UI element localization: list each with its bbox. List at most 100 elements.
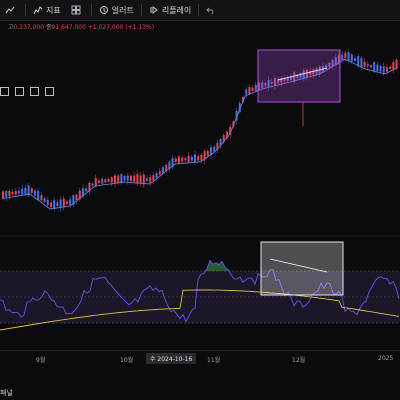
draw-tool-2-icon[interactable] — [15, 87, 24, 96]
candle-body — [357, 56, 360, 67]
candle-body — [123, 175, 126, 181]
xaxis-label-oct: 10월 — [120, 357, 134, 364]
replay-button[interactable]: 리플레이 — [144, 0, 196, 20]
layout-button[interactable] — [66, 0, 89, 20]
draw-tool-3-icon[interactable] — [30, 87, 39, 96]
candle-body — [200, 154, 203, 161]
candle-body — [107, 178, 110, 182]
replay-icon — [150, 6, 158, 14]
candle-body — [18, 190, 20, 194]
candle-body — [184, 158, 187, 161]
candle-body — [178, 156, 180, 164]
candle-body — [43, 198, 46, 203]
candle-body — [379, 65, 382, 72]
toolbar-divider — [198, 4, 200, 16]
indicators-label: 지표 — [46, 5, 61, 15]
candle-body — [130, 175, 132, 182]
candle-body — [104, 179, 107, 183]
draw-tool-4-icon[interactable] — [45, 87, 54, 96]
replay-label: 리플레이 — [161, 5, 192, 15]
candle-body — [114, 175, 116, 184]
undo-button[interactable] — [201, 0, 224, 20]
candle-body — [373, 62, 376, 73]
candle-body — [248, 87, 251, 95]
candle-body — [14, 190, 17, 195]
candle-body — [254, 84, 257, 92]
drawing-toolbar — [0, 87, 54, 96]
layout-icon — [71, 5, 81, 15]
highlight-box-price[interactable] — [257, 49, 341, 103]
alert-label: 얼러트 — [111, 5, 134, 15]
candle-body — [11, 191, 14, 195]
candle-body — [174, 158, 177, 162]
candle-body — [213, 146, 216, 152]
alert-button[interactable]: 얼러트 — [94, 0, 139, 20]
chart-type-button[interactable] — [0, 0, 23, 20]
candle-body — [347, 52, 350, 61]
indicators-button[interactable]: 지표 — [28, 0, 66, 20]
candle-body — [187, 155, 190, 163]
toolbar-divider — [140, 4, 142, 16]
candle-body — [21, 188, 24, 195]
candle-body — [389, 66, 392, 69]
candle-body — [366, 64, 369, 67]
candle-body — [149, 177, 152, 183]
highlight-box-rsi[interactable] — [260, 241, 344, 296]
candle-body — [152, 175, 155, 181]
candle-body — [34, 190, 36, 196]
candle-body — [360, 57, 363, 68]
candle-body — [98, 180, 100, 183]
crosshair-date-label: 수 2024-10-16 — [146, 353, 197, 364]
xaxis-label-sep: 9월 — [36, 357, 46, 364]
xaxis-label-nov: 11월 — [207, 357, 221, 364]
candle-body — [120, 174, 123, 184]
candle-body — [146, 178, 148, 181]
price-chart[interactable] — [0, 30, 400, 350]
xaxis-label-2025: 2025 — [378, 355, 394, 362]
candle-body — [344, 52, 347, 59]
candle-body — [158, 171, 161, 175]
candle-body — [2, 191, 4, 198]
indicators-icon — [33, 6, 43, 15]
candle-body — [133, 175, 136, 182]
candle-body — [142, 174, 145, 185]
candle-body — [30, 188, 33, 193]
candle-body — [190, 156, 193, 161]
candle-body — [66, 201, 68, 204]
top-toolbar: 지표 얼러트 리플레이 — [0, 0, 400, 21]
candle-body — [8, 190, 11, 197]
candle-body — [110, 177, 113, 183]
toolbar-divider — [90, 4, 92, 16]
candle-body — [59, 199, 62, 208]
candle-body — [24, 187, 27, 195]
candle-body — [46, 199, 49, 206]
candle-body — [376, 64, 379, 72]
panel-label[interactable]: 패널 — [0, 388, 13, 398]
candle-body — [386, 67, 388, 72]
toolbar-divider — [25, 4, 26, 16]
candle-body — [126, 175, 129, 181]
candle-body — [350, 54, 353, 62]
candle-body — [341, 54, 344, 60]
candle-body — [206, 150, 209, 157]
candle-body — [155, 173, 158, 178]
candle-body — [139, 175, 142, 183]
undo-icon — [206, 7, 214, 15]
candle-body — [354, 58, 356, 61]
candle-body — [27, 185, 30, 196]
candle-body — [69, 199, 72, 205]
candle-body — [117, 175, 120, 183]
alert-icon — [99, 6, 108, 14]
time-axis: 9월 10월 수 2024-10-16 11월 12월 2025 — [0, 350, 400, 365]
candle-body — [85, 188, 88, 192]
candle-body — [363, 61, 366, 67]
candle-body — [382, 66, 385, 73]
candle-body — [75, 194, 78, 201]
candle-body — [370, 65, 372, 68]
candle-body — [50, 202, 52, 208]
candle-body — [40, 195, 43, 201]
candle-body — [194, 154, 196, 163]
candle-body — [197, 156, 200, 161]
draw-tool-1-icon[interactable] — [0, 87, 9, 96]
xaxis-label-dec: 12월 — [292, 357, 306, 364]
